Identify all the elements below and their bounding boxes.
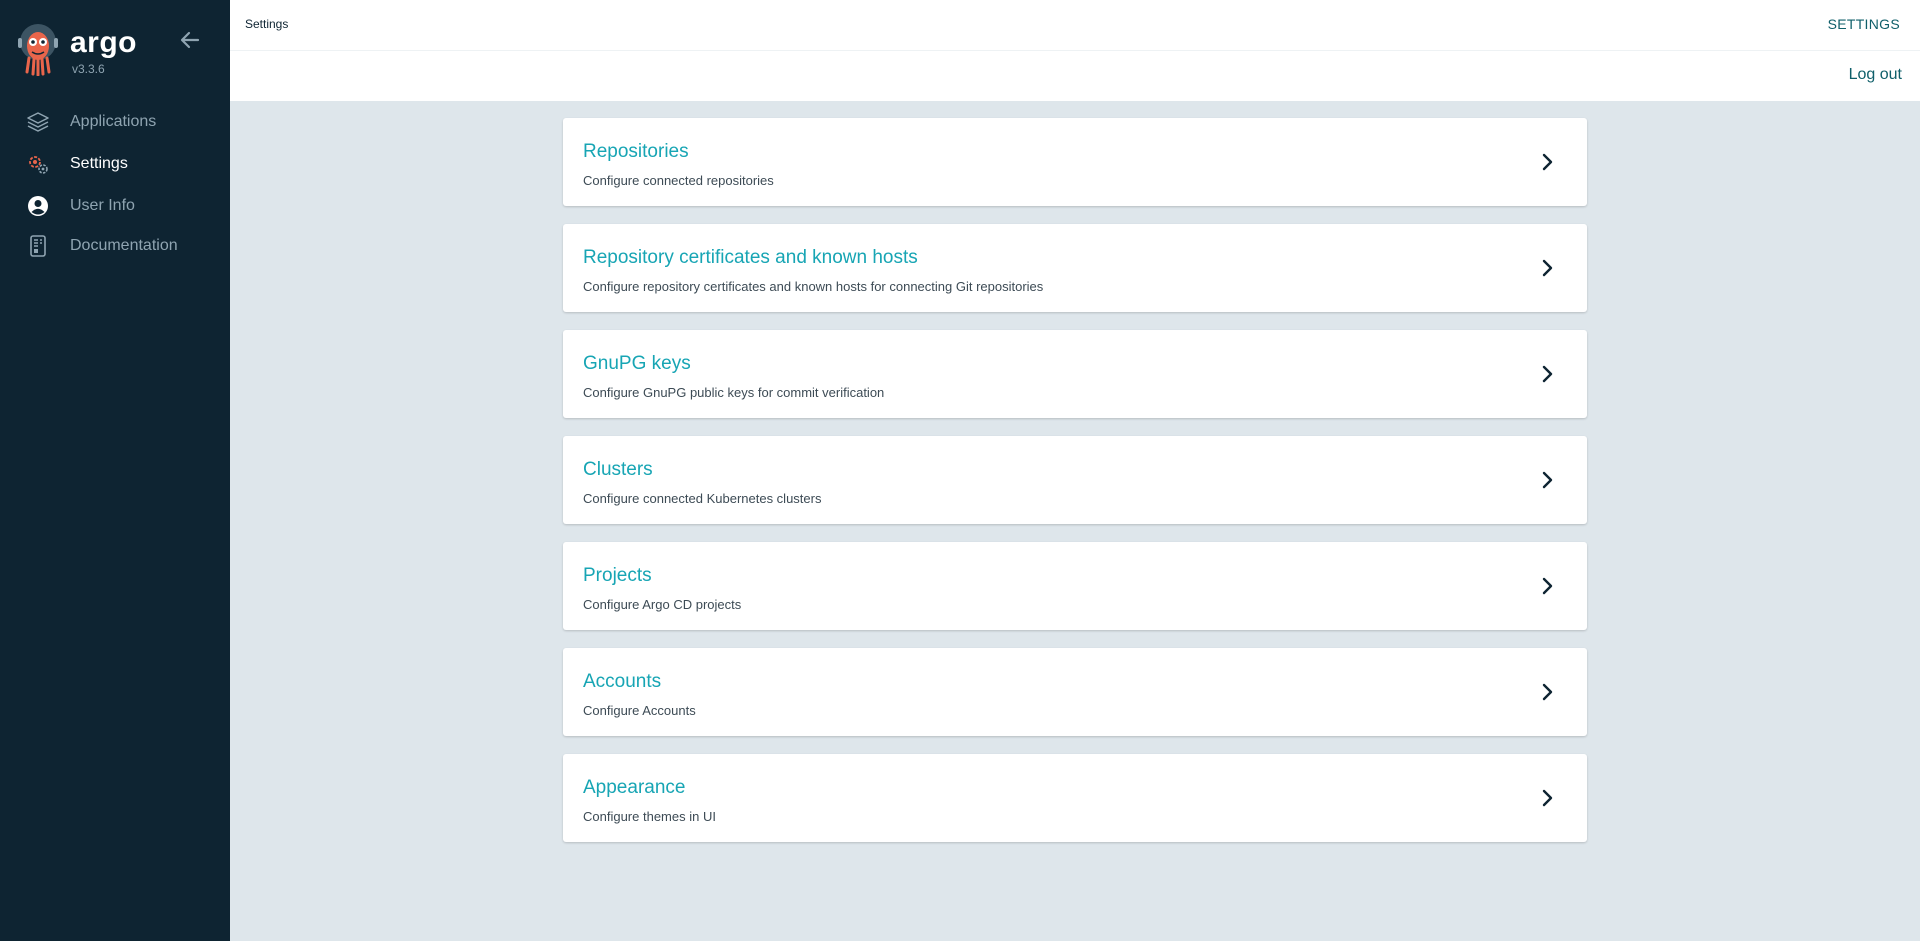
sidebar-item-label: Applications xyxy=(70,113,157,130)
layers-icon xyxy=(26,110,50,134)
settings-card-repositories[interactable]: Repositories Configure connected reposit… xyxy=(563,118,1587,206)
card-title: Repository certificates and known hosts xyxy=(583,247,918,268)
card-title: Projects xyxy=(583,565,652,586)
version-label: v3.3.6 xyxy=(72,62,105,76)
collapse-arrow-icon[interactable] xyxy=(178,28,202,52)
chevron-right-icon xyxy=(1542,259,1553,277)
argo-logo-icon xyxy=(18,24,58,76)
book-icon xyxy=(26,234,50,258)
logout-link[interactable]: Log out xyxy=(1849,66,1902,84)
chevron-right-icon xyxy=(1542,365,1553,383)
sidebar-item-applications[interactable]: Applications xyxy=(0,104,230,140)
sidebar-item-documentation[interactable]: Documentation xyxy=(0,228,230,264)
settings-card-projects[interactable]: Projects Configure Argo CD projects xyxy=(563,542,1587,630)
sidebar-item-label: Settings xyxy=(70,155,128,172)
sidebar: argo v3.3.6 Applications Settings User I… xyxy=(0,0,230,941)
chevron-right-icon xyxy=(1542,471,1553,489)
card-description: Configure Argo CD projects xyxy=(583,597,742,612)
sidebar-item-settings[interactable]: Settings xyxy=(0,144,230,184)
sidebar-item-user-info[interactable]: User Info xyxy=(0,186,230,226)
chevron-right-icon xyxy=(1542,789,1553,807)
chevron-right-icon xyxy=(1542,153,1553,171)
sidebar-nav: Applications Settings User Info Document… xyxy=(0,104,230,264)
settings-card-certificates[interactable]: Repository certificates and known hosts … xyxy=(563,224,1587,312)
top-bar: Settings SETTINGS Log out xyxy=(230,0,1920,101)
settings-list: Repositories Configure connected reposit… xyxy=(563,118,1587,860)
card-description: Configure connected repositories xyxy=(583,173,774,188)
chevron-right-icon xyxy=(1542,577,1553,595)
card-description: Configure connected Kubernetes clusters xyxy=(583,491,822,506)
settings-card-clusters[interactable]: Clusters Configure connected Kubernetes … xyxy=(563,436,1587,524)
brand-name: argo xyxy=(70,26,138,59)
card-description: Configure GnuPG public keys for commit v… xyxy=(583,385,885,400)
chevron-right-icon xyxy=(1542,683,1553,701)
settings-card-accounts[interactable]: Accounts Configure Accounts xyxy=(563,648,1587,736)
card-description: Configure Accounts xyxy=(583,703,696,718)
card-title: GnuPG keys xyxy=(583,353,691,374)
card-title: Appearance xyxy=(583,777,686,798)
settings-card-gnupg-keys[interactable]: GnuPG keys Configure GnuPG public keys f… xyxy=(563,330,1587,418)
settings-card-appearance[interactable]: Appearance Configure themes in UI xyxy=(563,754,1587,842)
card-title: Clusters xyxy=(583,459,653,480)
card-title: Repositories xyxy=(583,141,689,162)
sidebar-item-label: User Info xyxy=(70,197,135,214)
sidebar-item-label: Documentation xyxy=(70,237,178,254)
card-title: Accounts xyxy=(583,671,662,692)
breadcrumb: Settings xyxy=(245,17,289,31)
card-description: Configure repository certificates and kn… xyxy=(583,279,1044,294)
user-circle-icon xyxy=(26,194,50,218)
card-description: Configure themes in UI xyxy=(583,809,716,824)
page-title: SETTINGS xyxy=(1827,16,1900,32)
top-bar-row: Settings SETTINGS xyxy=(230,0,1920,51)
gears-icon xyxy=(26,152,50,176)
